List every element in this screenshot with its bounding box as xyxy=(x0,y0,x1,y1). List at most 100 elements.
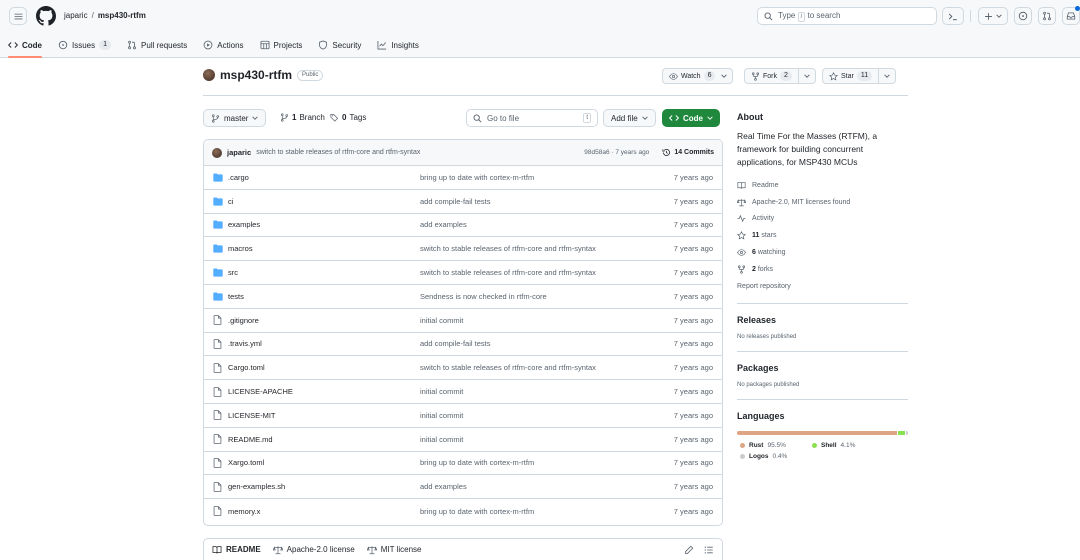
file-name[interactable]: gen-examples.sh xyxy=(228,482,420,491)
add-file-button[interactable]: Add file xyxy=(603,109,656,127)
watching-link[interactable]: 6 watching xyxy=(737,244,908,261)
releases-heading[interactable]: Releases xyxy=(737,315,908,325)
commit-author[interactable]: japaric xyxy=(227,148,251,157)
github-logo-icon[interactable] xyxy=(36,6,56,26)
file-row[interactable]: macros switch to stable releases of rtfm-… xyxy=(204,237,722,262)
file-name[interactable]: Cargo.toml xyxy=(228,363,420,372)
report-repository-link[interactable]: Report repository xyxy=(737,278,908,295)
file-commit-message[interactable]: add examples xyxy=(420,482,666,491)
star-button[interactable]: Star 11 xyxy=(822,68,897,84)
commits-link[interactable]: 14 Commits xyxy=(662,148,714,157)
forks-link[interactable]: 2 forks xyxy=(737,261,908,278)
tab-issues[interactable]: Issues 1 xyxy=(50,34,119,56)
branch-selector[interactable]: master xyxy=(203,109,267,127)
file-name[interactable]: macros xyxy=(228,244,420,253)
file-row[interactable]: Xargo.toml bring up to date with cortex-m… xyxy=(204,452,722,476)
go-to-file-input[interactable]: Go to file t xyxy=(466,109,598,127)
file-commit-message[interactable]: bring up to date with cortex-m-rtfm xyxy=(420,173,666,182)
tab-security[interactable]: Security xyxy=(310,34,369,56)
repo-name[interactable]: msp430-rtfm xyxy=(220,68,292,82)
file-row[interactable]: tests Sendness is now checked in rtfm-cor… xyxy=(204,285,722,309)
watch-button[interactable]: Watch 6 xyxy=(662,68,734,84)
file-row[interactable]: memory.x bring up to date with cortex-m-r… xyxy=(204,499,722,523)
readme-tab[interactable]: README xyxy=(212,545,261,555)
menu-button[interactable] xyxy=(9,7,27,25)
file-commit-message[interactable]: add examples xyxy=(420,220,666,229)
file-row[interactable]: .gitignore initial commit 7 years ago xyxy=(204,309,722,333)
file-row[interactable]: LICENSE-APACHE initial commit 7 years ago xyxy=(204,380,722,404)
file-commit-message[interactable]: bring up to date with cortex-m-rtfm xyxy=(420,507,666,516)
pencil-icon[interactable] xyxy=(684,545,694,555)
file-name[interactable]: examples xyxy=(228,220,420,229)
file-commit-message[interactable]: initial commit xyxy=(420,435,666,444)
tab-code[interactable]: Code xyxy=(0,34,50,58)
file-name[interactable]: README.md xyxy=(228,435,420,444)
owner-avatar[interactable] xyxy=(203,69,215,81)
create-new-button[interactable] xyxy=(978,7,1008,25)
issues-global-button[interactable] xyxy=(1014,7,1032,25)
file-name[interactable]: .cargo xyxy=(228,173,420,182)
file-row[interactable]: README.md initial commit 7 years ago xyxy=(204,428,722,452)
commit-author-avatar[interactable] xyxy=(212,147,222,158)
file-commit-message[interactable]: initial commit xyxy=(420,411,666,420)
repo-link[interactable]: msp430-rtfm xyxy=(98,11,146,20)
tab-insights[interactable]: Insights xyxy=(369,34,427,56)
file-commit-message[interactable]: Sendness is now checked in rtfm-core xyxy=(420,292,666,301)
file-commit-message[interactable]: switch to stable releases of rtfm-core a… xyxy=(420,363,666,372)
activity-link[interactable]: Activity xyxy=(737,211,908,228)
fork-button[interactable]: Fork 2 xyxy=(744,68,816,84)
tags-link[interactable]: 0 Tags xyxy=(330,113,366,122)
stars-link[interactable]: 11 stars xyxy=(737,227,908,244)
file-name[interactable]: .travis.yml xyxy=(228,339,420,348)
global-search-input[interactable]: Type / to search xyxy=(757,7,937,25)
file-commit-message[interactable]: initial commit xyxy=(420,387,666,396)
file-name[interactable]: LICENSE-MIT xyxy=(228,411,420,420)
packages-heading[interactable]: Packages xyxy=(737,363,908,373)
file-row[interactable]: .travis.yml add compile-fail tests 7 years… xyxy=(204,333,722,357)
file-name[interactable]: .gitignore xyxy=(228,316,420,325)
pull-requests-global-button[interactable] xyxy=(1038,7,1056,25)
mit-license-tab[interactable]: MIT license xyxy=(366,545,422,555)
file-name[interactable]: tests xyxy=(228,292,420,301)
language-item[interactable]: Logos 0.4% xyxy=(737,451,809,462)
file-commit-message[interactable]: bring up to date with cortex-m-rtfm xyxy=(420,458,666,467)
file-commit-message[interactable]: add compile-fail tests xyxy=(420,339,666,348)
file-name[interactable]: ci xyxy=(228,197,420,206)
commit-message[interactable]: switch to stable releases of rtfm-core a… xyxy=(256,149,420,156)
file-row[interactable]: Cargo.toml switch to stable releases of r… xyxy=(204,356,722,381)
file-row[interactable]: gen-examples.sh add examples 7 years ago xyxy=(204,475,722,500)
commit-hash-time[interactable]: 98d58a6 · 7 years ago xyxy=(584,149,649,156)
readme-link[interactable]: Readme xyxy=(737,177,908,194)
star-dropdown[interactable] xyxy=(878,69,895,83)
file-icon-cell xyxy=(204,482,228,492)
language-item[interactable]: Rust 95.5% xyxy=(737,440,809,451)
file-commit-message[interactable]: initial commit xyxy=(420,316,666,325)
file-row[interactable]: .cargo bring up to date with cortex-m-rtf… xyxy=(204,166,722,190)
license-link[interactable]: Apache-2.0, MIT licenses found xyxy=(737,194,908,211)
file-name[interactable]: Xargo.toml xyxy=(228,458,420,467)
apache-license-tab[interactable]: Apache-2.0 license xyxy=(272,545,355,555)
list-unordered-icon[interactable] xyxy=(704,545,714,555)
fork-dropdown[interactable] xyxy=(797,69,815,83)
file-name[interactable]: LICENSE-APACHE xyxy=(228,387,420,396)
mit-license-label: MIT license xyxy=(380,545,422,554)
file-commit-message[interactable]: add compile-fail tests xyxy=(420,197,666,206)
owner-link[interactable]: japaric xyxy=(64,11,88,20)
readme-link-label: Readme xyxy=(752,181,779,189)
file-name[interactable]: src xyxy=(228,268,420,277)
file-commit-message[interactable]: switch to stable releases of rtfm-core a… xyxy=(420,244,666,253)
file-row[interactable]: LICENSE-MIT initial commit 7 years ago xyxy=(204,404,722,428)
command-palette-button[interactable] xyxy=(942,7,964,25)
tab-actions[interactable]: Actions xyxy=(195,34,251,56)
file-row[interactable]: src switch to stable releases of rtfm-cor… xyxy=(204,261,722,285)
branches-link[interactable]: 1 Branch xyxy=(280,113,325,122)
file-row[interactable]: ci add compile-fail tests 7 years ago xyxy=(204,190,722,214)
tab-pull-requests[interactable]: Pull requests xyxy=(119,34,195,56)
tab-projects[interactable]: Projects xyxy=(252,34,311,56)
language-item[interactable]: Shell 4.1% xyxy=(809,440,881,451)
code-button[interactable]: Code xyxy=(662,109,720,127)
inbox-button[interactable] xyxy=(1062,6,1080,25)
file-commit-message[interactable]: switch to stable releases of rtfm-core a… xyxy=(420,268,666,277)
file-name[interactable]: memory.x xyxy=(228,507,420,516)
file-row[interactable]: examples add examples 7 years ago xyxy=(204,214,722,238)
